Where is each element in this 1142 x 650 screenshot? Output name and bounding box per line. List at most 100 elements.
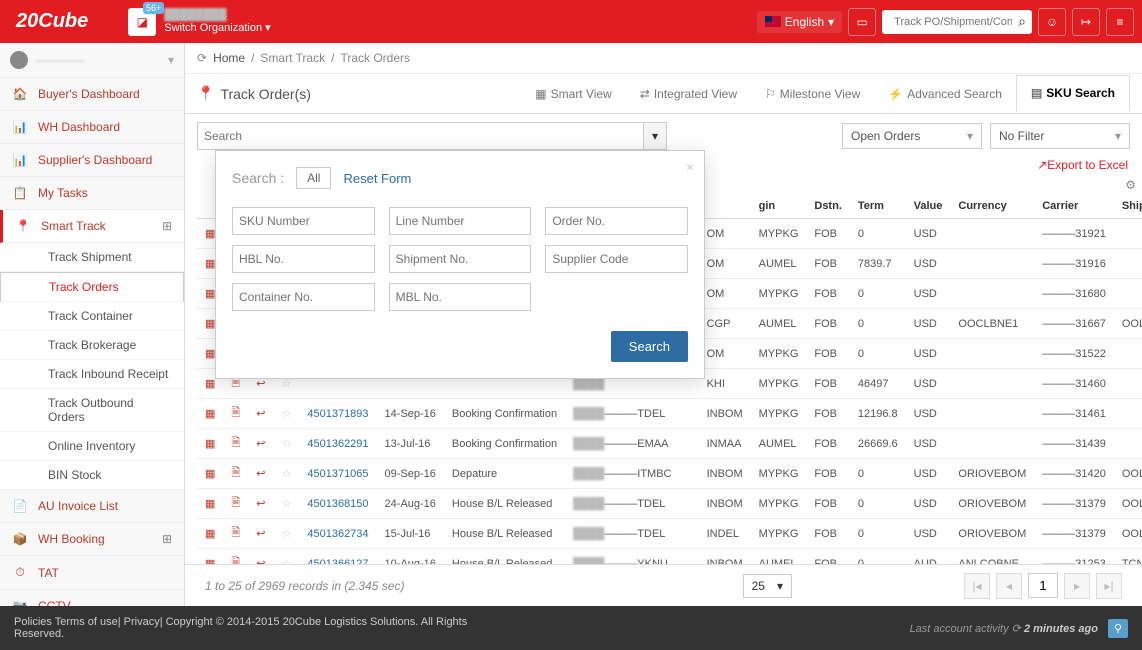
row-doc-icon[interactable]: 🗎	[223, 549, 248, 565]
row-chat-icon[interactable]: ↩	[248, 399, 273, 429]
pager-next[interactable]: ▸	[1064, 573, 1090, 599]
col-shipment-[interactable]: Shipment#	[1114, 194, 1142, 219]
switch-org-link[interactable]: Switch Organization ▾	[164, 21, 270, 34]
row-doc-icon[interactable]: 🗎	[223, 519, 248, 549]
page-size-select[interactable]: 25▾	[743, 574, 792, 598]
sub-item-online-inventory[interactable]: Online Inventory	[0, 432, 184, 461]
order-number[interactable]: 4501366127	[299, 549, 376, 565]
sub-item-track-container[interactable]: Track Container	[0, 302, 184, 331]
sidebar-item-my-tasks[interactable]: 📋My Tasks	[0, 177, 184, 210]
row-star-icon[interactable]: ☆	[273, 399, 299, 429]
org-switcher[interactable]: ◪ 56+ ████████ Switch Organization ▾	[128, 8, 270, 36]
sidebar: ———— ▾ 🏠Buyer's Dashboard📊WH Dashboard📊S…	[0, 43, 185, 606]
global-search-input[interactable]	[888, 10, 1018, 34]
logout-icon[interactable]: ↦	[1072, 8, 1100, 36]
tab-smart-view[interactable]: ▦Smart View	[521, 75, 625, 112]
search-all-button[interactable]: All	[296, 167, 331, 189]
row-star-icon[interactable]: ☆	[273, 459, 299, 489]
bc-smart-track[interactable]: Smart Track	[260, 51, 325, 65]
row-doc-icon[interactable]: 🗎	[223, 489, 248, 519]
row-star-icon[interactable]: ☆	[273, 549, 299, 565]
row-menu-icon[interactable]: ▦	[197, 549, 223, 565]
chain-icon[interactable]: ⚲	[1108, 619, 1128, 638]
col-term[interactable]: Term	[850, 194, 906, 219]
sub-item-track-outbound-orders[interactable]: Track Outbound Orders	[0, 389, 184, 432]
field-hbl-no-[interactable]	[232, 245, 375, 273]
reset-form-link[interactable]: Reset Form	[343, 171, 411, 186]
sidebar-item-smart-track[interactable]: 📍Smart Track⊞	[0, 210, 184, 243]
field-supplier-code[interactable]	[545, 245, 688, 273]
col-carrier[interactable]: Carrier	[1034, 194, 1114, 219]
row-menu-icon[interactable]: ▦	[197, 519, 223, 549]
card-icon[interactable]: ▭	[848, 8, 876, 36]
sidebar-item-buyer-s-dashboard[interactable]: 🏠Buyer's Dashboard	[0, 78, 184, 111]
order-number[interactable]: 4501368150	[299, 489, 376, 519]
gear-icon[interactable]: ⚙	[1125, 178, 1136, 192]
sub-item-track-shipment[interactable]: Track Shipment	[0, 243, 184, 272]
filter-search-dropdown[interactable]: ▾	[643, 122, 667, 150]
col-value[interactable]: Value	[906, 194, 951, 219]
row-doc-icon[interactable]: 🗎	[223, 399, 248, 429]
order-number[interactable]: 4501362734	[299, 519, 376, 549]
tab-advanced-search[interactable]: ⚡Advanced Search	[874, 75, 1016, 112]
pager-prev[interactable]: ◂	[996, 573, 1022, 599]
filter-search-input[interactable]	[197, 122, 643, 150]
sidebar-item-wh-booking[interactable]: 📦WH Booking⊞	[0, 523, 184, 556]
order-number[interactable]: 4501371065	[299, 459, 376, 489]
row-menu-icon[interactable]: ▦	[197, 489, 223, 519]
close-icon[interactable]: ×	[686, 159, 694, 175]
field-sku-number[interactable]	[232, 207, 375, 235]
row-star-icon[interactable]: ☆	[273, 429, 299, 459]
col-currency[interactable]: Currency	[950, 194, 1034, 219]
global-search[interactable]: ⌕	[882, 10, 1032, 34]
row-menu-icon[interactable]: ▦	[197, 429, 223, 459]
export-excel-link[interactable]: ↗Export to Excel	[1037, 158, 1128, 172]
field-container-no-[interactable]	[232, 283, 375, 311]
field-line-number[interactable]	[389, 207, 532, 235]
pager-first[interactable]: |◂	[964, 573, 990, 599]
sub-item-bin-stock[interactable]: BIN Stock	[0, 461, 184, 490]
sub-item-track-inbound-receipt[interactable]: Track Inbound Receipt	[0, 360, 184, 389]
search-button[interactable]: Search	[611, 331, 688, 362]
row-chat-icon[interactable]: ↩	[248, 519, 273, 549]
row-chat-icon[interactable]: ↩	[248, 459, 273, 489]
support-icon[interactable]: ☺	[1038, 8, 1066, 36]
sidebar-item-tat[interactable]: ⏱TAT	[0, 556, 184, 590]
open-orders-select[interactable]: Open Orders▾	[842, 123, 982, 149]
row-star-icon[interactable]: ☆	[273, 489, 299, 519]
filter-search[interactable]: ▾	[197, 122, 667, 150]
row-chat-icon[interactable]: ↩	[248, 549, 273, 565]
sidebar-item-cctv[interactable]: 📷CCTV	[0, 590, 184, 606]
col-gin[interactable]: gin	[751, 194, 807, 219]
search-icon[interactable]: ⌕	[1018, 13, 1026, 30]
col-dstn-[interactable]: Dstn.	[806, 194, 850, 219]
row-doc-icon[interactable]: 🗎	[223, 429, 248, 459]
expand-icon: ⊞	[162, 532, 172, 546]
user-row[interactable]: ———— ▾	[0, 43, 184, 78]
sidebar-item-au-invoice-list[interactable]: 📄AU Invoice List	[0, 490, 184, 523]
tab-milestone-view[interactable]: ⚐Milestone View	[751, 75, 874, 112]
sidebar-item-wh-dashboard[interactable]: 📊WH Dashboard	[0, 111, 184, 144]
row-chat-icon[interactable]: ↩	[248, 429, 273, 459]
tab-sku-search[interactable]: ▤SKU Search	[1016, 75, 1130, 112]
sub-item-track-orders[interactable]: Track Orders	[0, 272, 184, 302]
pager-last[interactable]: ▸|	[1096, 573, 1122, 599]
field-order-no-[interactable]	[545, 207, 688, 235]
pager-current[interactable]	[1028, 573, 1058, 598]
bc-home[interactable]: Home	[213, 51, 245, 65]
no-filter-select[interactable]: No Filter▾	[990, 123, 1130, 149]
language-selector[interactable]: English▾	[757, 11, 842, 33]
tab-integrated-view[interactable]: ⇄Integrated View	[626, 75, 751, 112]
row-doc-icon[interactable]: 🗎	[223, 459, 248, 489]
field-shipment-no-[interactable]	[389, 245, 532, 273]
order-number[interactable]: 4501362291	[299, 429, 376, 459]
field-mbl-no-[interactable]	[389, 283, 532, 311]
order-number[interactable]: 4501371893	[299, 399, 376, 429]
sidebar-item-supplier-s-dashboard[interactable]: 📊Supplier's Dashboard	[0, 144, 184, 177]
sub-item-track-brokerage[interactable]: Track Brokerage	[0, 331, 184, 360]
row-menu-icon[interactable]: ▦	[197, 459, 223, 489]
row-star-icon[interactable]: ☆	[273, 519, 299, 549]
menu-icon[interactable]: ≡	[1106, 8, 1134, 36]
row-chat-icon[interactable]: ↩	[248, 489, 273, 519]
row-menu-icon[interactable]: ▦	[197, 399, 223, 429]
